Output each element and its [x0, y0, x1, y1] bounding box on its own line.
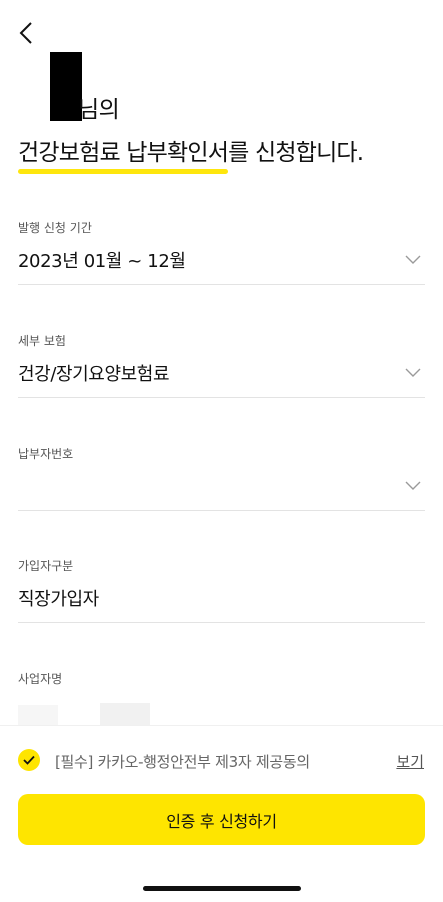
- field-label: 가입자구분: [18, 559, 74, 573]
- field-label: 사업자명: [18, 672, 63, 686]
- consent-checkbox[interactable]: [18, 749, 40, 771]
- back-button[interactable]: [16, 20, 40, 46]
- field-label: 납부자번호: [18, 447, 74, 461]
- title-highlight: 건강보험료 납부확인서: [18, 140, 229, 174]
- check-icon: [23, 755, 35, 765]
- subscriber-type-field: 가입자구분 직장가입자: [18, 557, 425, 623]
- field-label: 세부 보험: [18, 334, 66, 348]
- home-indicator: [143, 886, 301, 891]
- chevron-left-icon: [19, 22, 32, 44]
- field-value: 직장가입자: [18, 589, 99, 610]
- chevron-down-icon[interactable]: [405, 481, 421, 491]
- title-rest: 를 신청합니다.: [228, 140, 364, 166]
- insurance-detail-field[interactable]: 세부 보험 건강/장기요양보험료: [18, 332, 425, 398]
- consent-view-link[interactable]: 보기: [396, 751, 424, 772]
- redacted-area: [18, 99, 78, 123]
- issue-period-field[interactable]: 발행 신청 기간 2023년 01월 ~ 12월: [18, 219, 425, 285]
- field-value: 2023년 01월 ~ 12월: [18, 251, 186, 272]
- field-value: 건강/장기요양보험료: [18, 364, 170, 385]
- business-name-field: 사업자명: [18, 670, 425, 720]
- name-suffix: 님의: [78, 97, 120, 123]
- verify-and-apply-button[interactable]: 인증 후 신청하기: [18, 794, 425, 845]
- chevron-down-icon[interactable]: [405, 255, 421, 265]
- redacted-business-name: [18, 705, 58, 725]
- chevron-down-icon[interactable]: [405, 368, 421, 378]
- title-line-1: 님의: [18, 90, 120, 124]
- redacted-business-name-2: [100, 703, 150, 725]
- page-title: 건강보험료 납부확인서 를 신청합니다.: [18, 133, 364, 174]
- payer-number-field[interactable]: 납부자번호: [18, 445, 425, 511]
- consent-text: [필수] 카카오-행정안전부 제3자 제공동의: [55, 753, 310, 771]
- field-label: 발행 신청 기간: [18, 221, 92, 235]
